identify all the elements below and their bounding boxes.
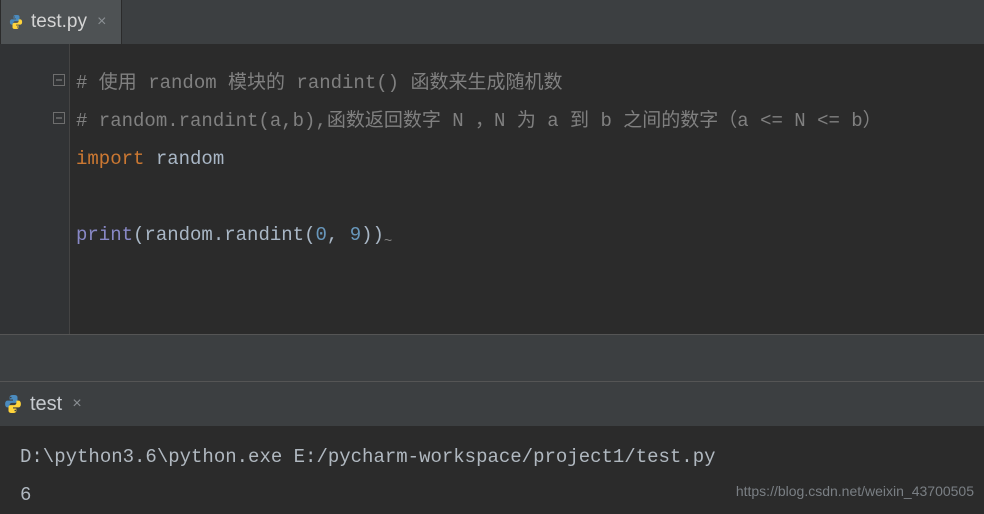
run-console[interactable]: D:\python3.6\python.exe E:/pycharm-works… [0,426,984,514]
watermark-text: https://blog.csdn.net/weixin_43700505 [736,483,974,499]
run-tab-close-icon[interactable]: × [70,395,84,413]
python-file-icon [9,15,23,29]
editor-area: # 使用 random 模块的 randint() 函数来生成随机数 # ran… [0,44,984,334]
code-identifier: random [144,224,212,246]
run-tab-bar: test × [0,382,984,426]
code-paren: ) [361,224,372,246]
caret-indicator-icon: ~ [384,234,392,250]
editor-tab-filename: test.py [31,11,87,33]
editor-tab-bar: test.py × [0,0,984,44]
fold-toggle-icon[interactable] [52,111,66,125]
code-identifier: randint [224,224,304,246]
editor-tab-close-icon[interactable]: × [95,13,109,31]
fold-toggle-icon[interactable] [52,73,66,87]
code-comment: # random.randint(a,b),函数返回数字 N ，N 为 a 到 … [76,110,882,132]
code-paren: ) [373,224,384,246]
code-paren: ( [304,224,315,246]
run-tab[interactable]: test × [0,382,96,426]
gutter [0,44,70,334]
code-sep: , [327,224,350,246]
code-keyword: import [76,148,144,170]
code-number: 9 [350,224,361,246]
tool-window-divider [0,334,984,382]
python-run-icon [4,395,22,413]
console-command-line: D:\python3.6\python.exe E:/pycharm-works… [20,438,984,476]
code-comment: # 使用 random 模块的 randint() 函数来生成随机数 [76,72,562,94]
code-editor[interactable]: # 使用 random 模块的 randint() 函数来生成随机数 # ran… [70,44,882,334]
code-paren: ( [133,224,144,246]
code-builtin: print [76,224,133,246]
run-tab-name: test [30,393,62,416]
code-number: 0 [315,224,326,246]
code-identifier: random [156,148,224,170]
editor-tab-active[interactable]: test.py × [0,0,122,44]
code-dot: . [213,224,224,246]
